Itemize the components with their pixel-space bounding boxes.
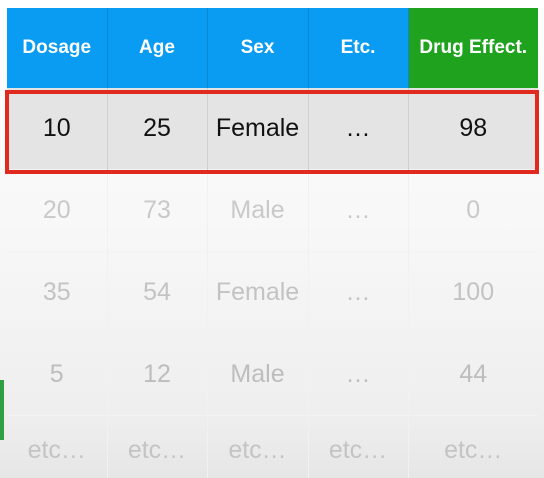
table-cell: 44 <box>408 333 538 416</box>
table-cell: … <box>308 333 409 416</box>
table-cell: … <box>308 169 409 252</box>
table-row: 35 54 Female … 100 <box>7 251 538 334</box>
table-cell: etc… <box>7 415 108 478</box>
slide-canvas: Dosage Age Sex Etc. Drug Effect. 10 25 F… <box>0 0 544 478</box>
table-cell: 25 <box>107 88 208 170</box>
table-row: 20 73 Male … 0 <box>7 169 538 252</box>
table-cell: 54 <box>107 251 208 334</box>
header-row: Dosage Age Sex Etc. Drug Effect. <box>7 8 538 88</box>
table-cell: 98 <box>408 88 538 170</box>
table-cell: 20 <box>7 169 108 252</box>
table-cell: 10 <box>7 88 108 170</box>
header-dosage: Dosage <box>7 8 108 88</box>
table-cell: etc… <box>207 415 309 478</box>
table-cell: etc… <box>107 415 208 478</box>
table-cell: Male <box>207 169 309 252</box>
table-row-continuation: etc… etc… etc… etc… etc… <box>7 415 538 478</box>
header-sex: Sex <box>207 8 309 88</box>
table-cell: … <box>308 251 409 334</box>
table-cell: Female <box>207 88 309 170</box>
table-cell: 12 <box>107 333 208 416</box>
table-cell: 100 <box>408 251 538 334</box>
table-cell: etc… <box>308 415 409 478</box>
edge-accent <box>0 380 4 440</box>
header-age: Age <box>107 8 208 88</box>
data-table: Dosage Age Sex Etc. Drug Effect. 10 25 F… <box>7 8 538 478</box>
table-cell: 35 <box>7 251 108 334</box>
table-cell: Male <box>207 333 309 416</box>
table-cell: … <box>308 88 409 170</box>
table-cell: etc… <box>408 415 538 478</box>
table-cell: 0 <box>408 169 538 252</box>
table-row-highlighted: 10 25 Female … 98 <box>7 88 538 170</box>
table-cell: 5 <box>7 333 108 416</box>
header-drug-effect: Drug Effect. <box>408 8 538 88</box>
table-cell: 73 <box>107 169 208 252</box>
table-row: 5 12 Male … 44 <box>7 333 538 416</box>
header-etc: Etc. <box>308 8 409 88</box>
table-cell: Female <box>207 251 309 334</box>
